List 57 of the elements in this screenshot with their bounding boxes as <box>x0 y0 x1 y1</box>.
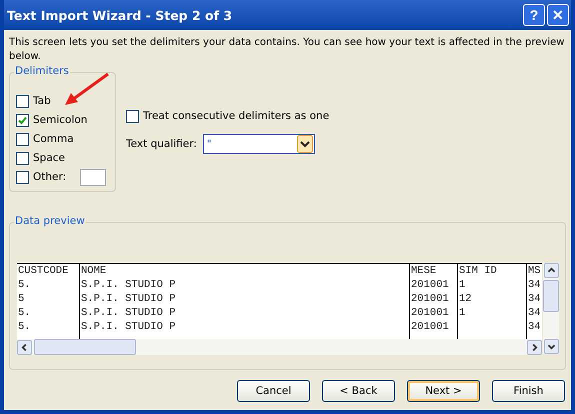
table-cell-text: 5. <box>17 306 32 320</box>
table-cell: 34 <box>527 278 542 292</box>
scroll-left-icon[interactable] <box>17 340 32 354</box>
scroll-up-icon[interactable] <box>544 263 558 278</box>
table-cell-text: S.P.I. STUDIO P <box>80 306 177 320</box>
checkbox-label[interactable]: Tab <box>33 95 51 107</box>
table-cell: 34 <box>527 306 542 320</box>
wizard-button[interactable]: Cancel <box>237 380 310 402</box>
wizard-button[interactable]: < Back <box>322 380 395 402</box>
window-title: Text Import Wizard - Step 2 of 3 <box>7 8 232 22</box>
checkbox[interactable] <box>16 132 29 146</box>
checkbox-label[interactable]: Space <box>33 152 65 164</box>
checkbox[interactable] <box>16 170 29 184</box>
text-qualifier-label: Text qualifier: <box>126 138 197 150</box>
table-cell-text: 201001 <box>410 306 450 320</box>
text-qualifier-dropdown[interactable]: " <box>202 134 315 154</box>
wizard-button[interactable]: Finish <box>492 380 565 402</box>
close-button[interactable]: ✕ <box>547 4 569 26</box>
column-header: MS <box>527 264 542 278</box>
table-cell-text: 12 <box>458 292 473 306</box>
group-title: Delimiters <box>14 65 70 77</box>
column-header: CUSTCODE <box>17 264 70 278</box>
table-cell-text: 1 <box>458 306 466 320</box>
checkbox-label[interactable]: Semicolon <box>33 114 88 126</box>
table-cell-text: 201001 <box>410 320 450 334</box>
table-cell: 34 <box>527 320 542 334</box>
horizontal-scrollbar[interactable] <box>17 339 542 355</box>
other-field[interactable] <box>80 168 106 186</box>
help-button[interactable]: ? <box>523 4 545 26</box>
table-cell-text: 5 <box>17 292 26 306</box>
instructions-text: This screen lets you set the delimiters your data contains. You can see how your text is affected in the preview below. <box>9 36 566 64</box>
checkbox-label[interactable]: Other: <box>33 171 66 183</box>
checkbox-label[interactable]: Comma <box>33 133 74 145</box>
checkbox[interactable] <box>16 152 29 164</box>
scroll-right-icon[interactable] <box>527 340 542 354</box>
scroll-thumb[interactable] <box>543 280 559 312</box>
table-cell-text: S.P.I. STUDIO P <box>80 278 177 292</box>
table-cell: 34 <box>527 292 542 306</box>
column-header: SIM ID <box>458 264 498 278</box>
wizard-button[interactable]: Next > <box>407 380 480 402</box>
checkbox[interactable] <box>16 94 29 108</box>
table-cell-text: S.P.I. STUDIO P <box>80 292 177 306</box>
table-cell-text: 5. <box>17 320 32 334</box>
table-cell-text: S.P.I. STUDIO P <box>80 320 177 334</box>
vertical-scrollbar[interactable] <box>543 263 559 354</box>
checkbox[interactable] <box>16 114 29 126</box>
scroll-down-icon[interactable] <box>544 339 558 354</box>
table-cell-text: 201001 <box>410 278 450 292</box>
checkbox-label[interactable]: Treat consecutive delimiters as one <box>143 110 330 122</box>
checkbox[interactable] <box>126 110 139 122</box>
scroll-thumb[interactable] <box>34 339 136 355</box>
column-header: NOME <box>80 264 108 278</box>
table-cell-text: 5. <box>17 278 32 292</box>
column-header: MESE <box>410 264 438 278</box>
table-cell-text: 1 <box>458 278 466 292</box>
table-cell-text: 201001 <box>410 292 450 306</box>
group-title: Data preview <box>14 215 86 227</box>
